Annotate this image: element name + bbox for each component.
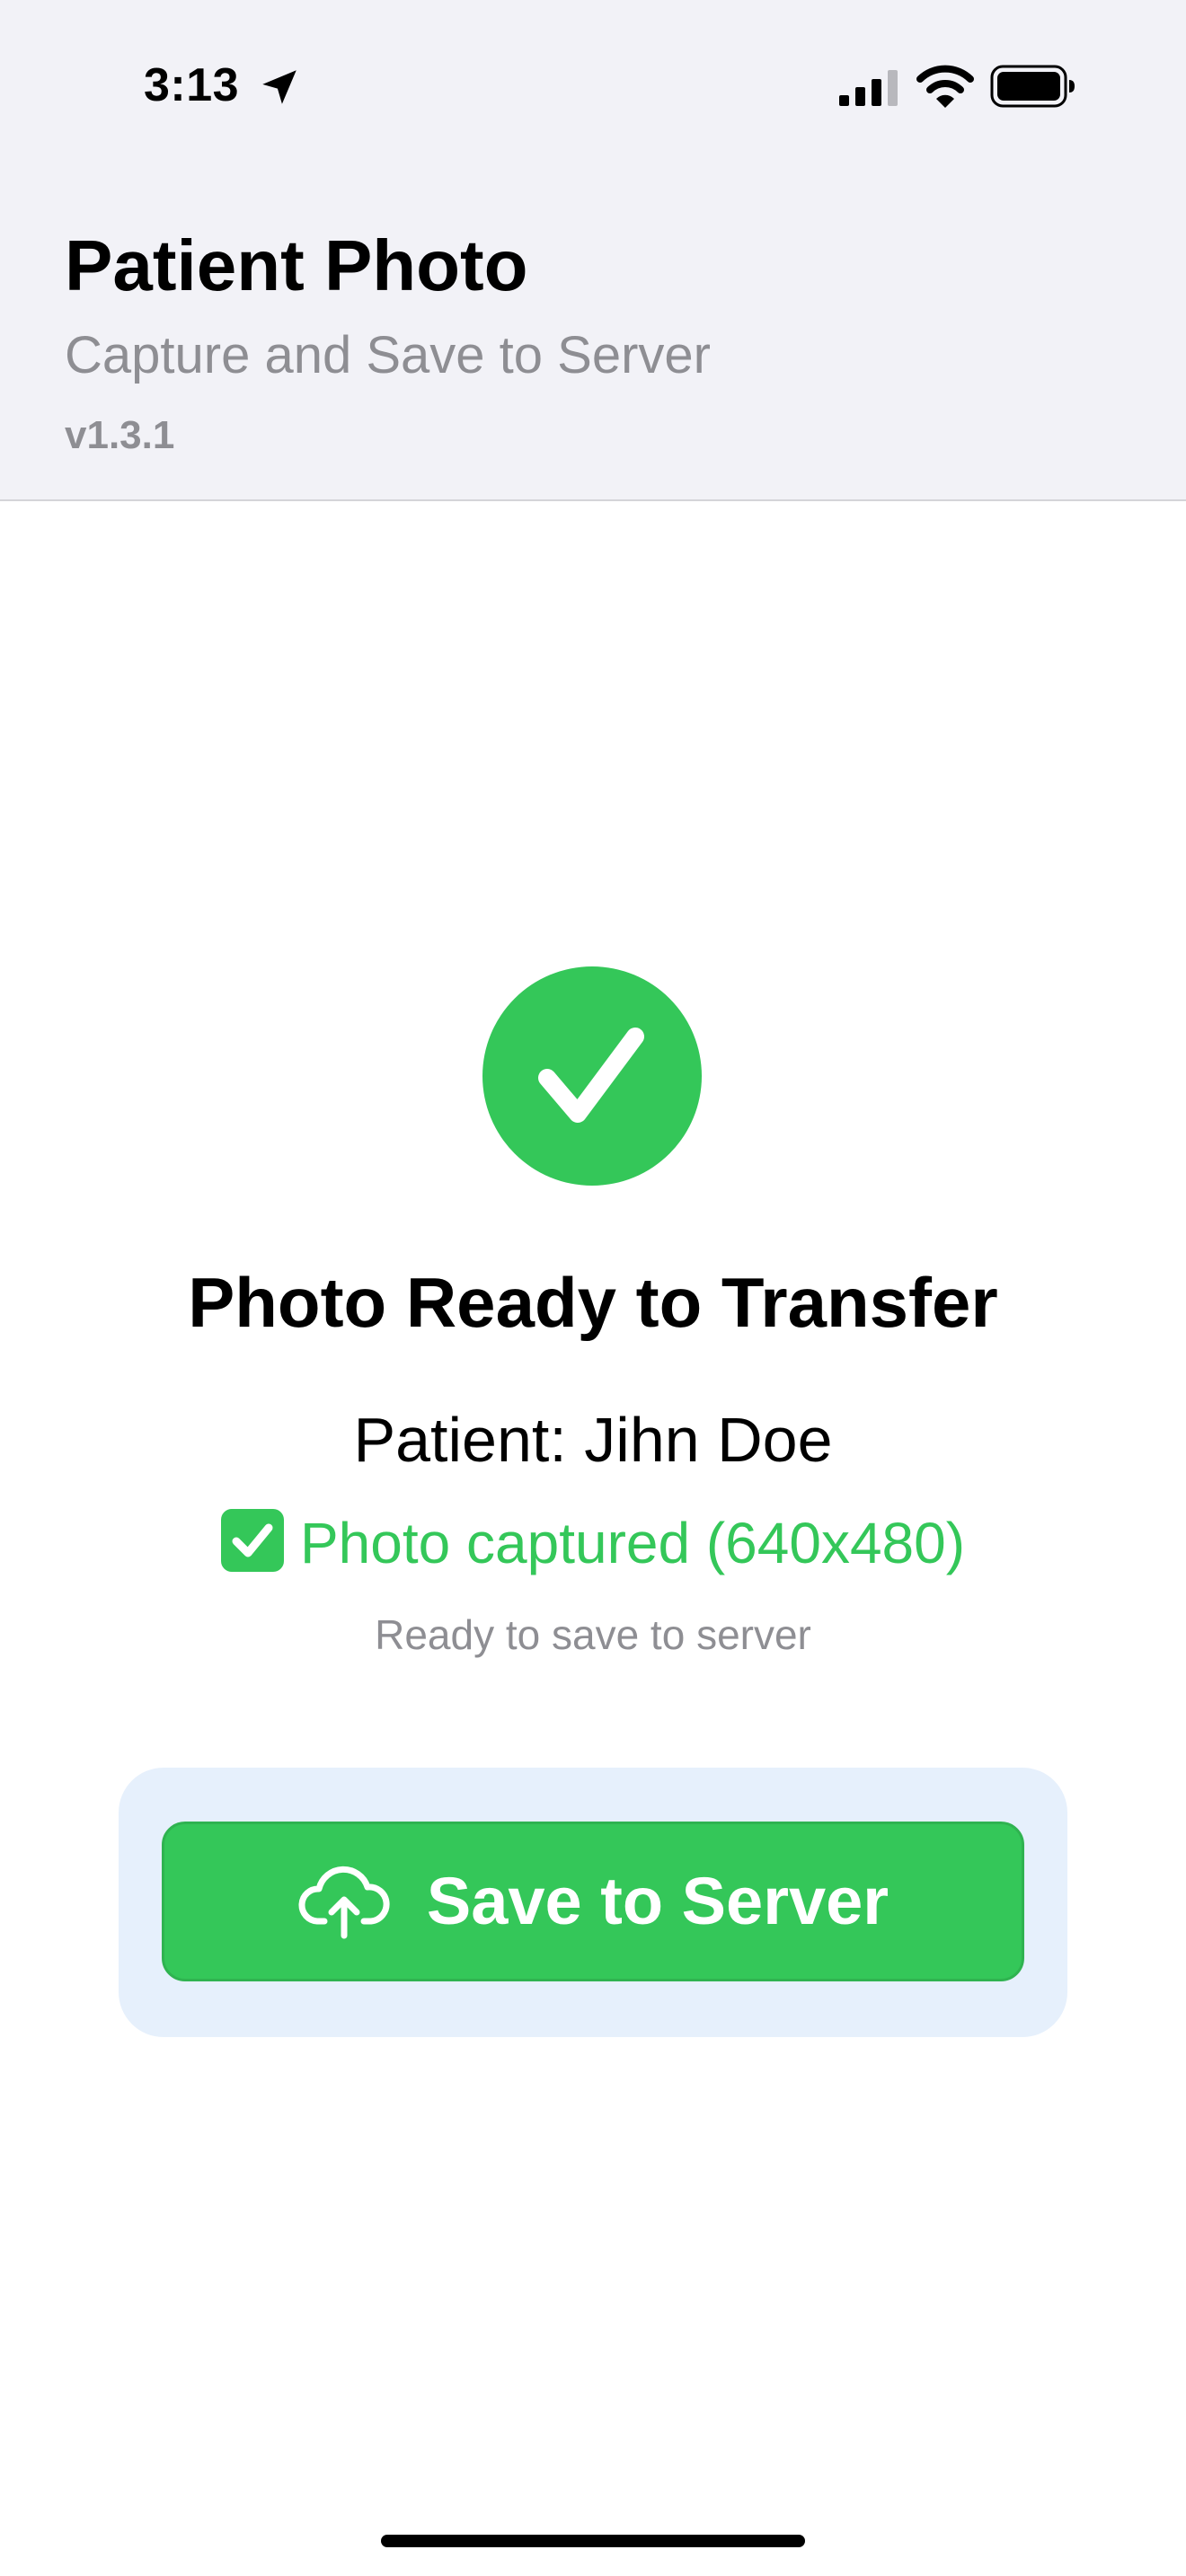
capture-status: Photo captured (640x480) (0, 1505, 1186, 1581)
check-box-emoji-icon (220, 1509, 284, 1572)
capture-status-text: Photo captured (640x480) (299, 1511, 966, 1575)
page-title: Patient Photo (65, 225, 528, 305)
checkmark-circle-icon (482, 966, 702, 1186)
home-indicator[interactable] (381, 2535, 805, 2547)
version-label: v1.3.1 (65, 413, 175, 457)
patient-name: Patient: Jihn Doe (353, 1405, 833, 1475)
location-arrow-icon (262, 70, 296, 104)
app-header: 3:13 Patient Photo Capture and Save to S… (0, 0, 1186, 501)
ready-hint: Ready to save to server (375, 1611, 811, 1658)
save-button-label: Save to Server (426, 1864, 890, 1938)
save-to-server-button[interactable]: Save to Server (162, 1822, 1024, 1981)
page-subtitle: Capture and Save to Server (65, 326, 711, 384)
battery-icon (990, 65, 1075, 108)
status-bar: 3:13 (0, 0, 1186, 180)
cellular-signal-icon (839, 70, 898, 106)
status-time: 3:13 (144, 59, 240, 111)
save-button-container: Save to Server (119, 1768, 1067, 2037)
status-title: Photo Ready to Transfer (188, 1263, 998, 1342)
cloud-upload-icon (298, 1866, 390, 1939)
wifi-icon (916, 65, 974, 108)
